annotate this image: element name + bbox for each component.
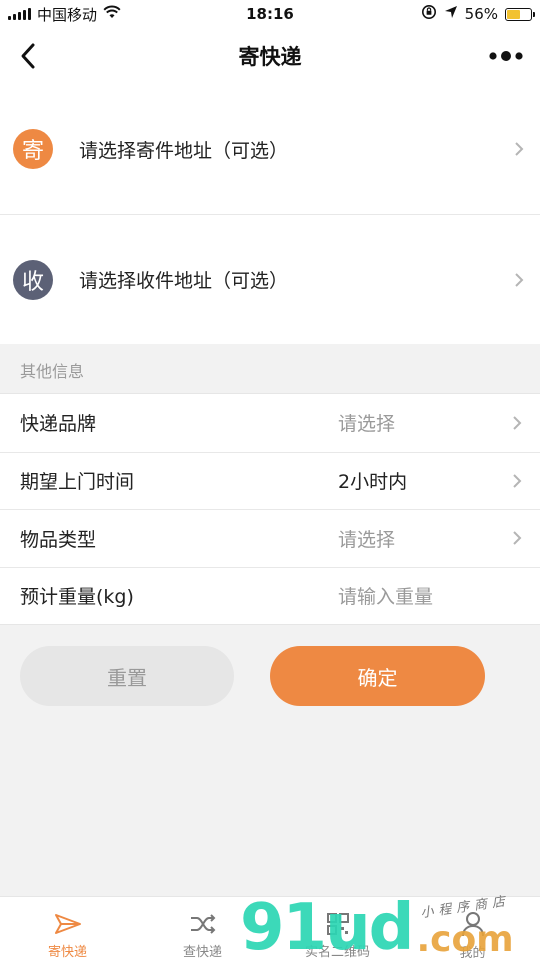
chevron-left-icon	[21, 43, 35, 69]
battery-percent: 56%	[464, 5, 499, 23]
page-title: 寄快递	[238, 45, 302, 69]
chevron-right-icon	[510, 528, 524, 548]
form-label: 预计重量(kg)	[20, 586, 134, 609]
signal-icon	[8, 8, 31, 20]
tab-label: 寄快递	[47, 945, 87, 960]
lock-rotation-icon	[421, 4, 437, 24]
other-info-list: 快递品牌 请选择 期望上门时间 2小时内 物品类型 请选择 预计重量(kg) 请…	[0, 393, 540, 625]
battery-fill	[507, 9, 520, 19]
address-section: 寄 请选择寄件地址（可选） 收 请选择收件地址（可选）	[0, 84, 540, 344]
pickup-time-value: 2小时内	[338, 471, 408, 494]
item-type-row[interactable]: 物品类型 请选择	[0, 509, 540, 567]
status-bar: 中国移动 18:16 56%	[0, 0, 540, 28]
status-time: 18:16	[246, 5, 294, 23]
status-right: 56%	[357, 4, 536, 24]
confirm-button[interactable]: 确定	[270, 646, 485, 706]
tab-bar: 寄快递 查快递 实名二维码 我的	[0, 896, 540, 960]
qr-code-icon	[323, 911, 353, 936]
form-label: 物品类型	[20, 528, 97, 551]
chevron-right-icon	[512, 139, 526, 159]
battery-icon	[505, 7, 536, 21]
receiver-badge: 收	[13, 259, 53, 300]
tab-send-express[interactable]: 寄快递	[0, 897, 135, 960]
reset-button[interactable]: 重置	[20, 646, 234, 706]
express-brand-row[interactable]: 快递品牌 请选择	[0, 394, 540, 452]
more-dots-icon	[489, 51, 523, 61]
back-button[interactable]	[10, 38, 46, 74]
form-label: 快递品牌	[20, 413, 97, 436]
chevron-right-icon	[512, 270, 526, 290]
other-info-header: 其他信息	[0, 346, 540, 393]
receiver-address-text: 请选择收件地址（可选）	[79, 270, 289, 292]
tab-label: 实名二维码	[304, 945, 370, 960]
shuffle-icon	[188, 911, 218, 936]
paper-plane-icon	[53, 911, 83, 936]
tab-label: 我的	[459, 946, 486, 960]
pickup-time-row[interactable]: 期望上门时间 2小时内	[0, 451, 540, 510]
weight-row: 预计重量(kg) 请输入重量	[0, 566, 540, 625]
sender-address-text: 请选择寄件地址（可选）	[79, 139, 289, 162]
express-brand-value: 请选择	[338, 413, 396, 436]
receiver-address-row[interactable]: 收 请选择收件地址（可选）	[0, 214, 540, 344]
wifi-icon	[103, 5, 121, 23]
tab-realname-qrcode[interactable]: 实名二维码	[270, 897, 405, 960]
chevron-right-icon	[510, 413, 524, 433]
item-type-value: 请选择	[338, 528, 396, 551]
status-left: 中国移动	[8, 4, 183, 25]
nav-bar: 寄快递	[0, 28, 540, 84]
more-button[interactable]	[486, 42, 526, 70]
weight-input[interactable]: 请输入重量	[338, 582, 498, 609]
tab-track-express[interactable]: 查快递	[135, 897, 270, 960]
sender-address-row[interactable]: 寄 请选择寄件地址（可选）	[0, 84, 540, 214]
user-icon	[458, 911, 488, 937]
form-label: 期望上门时间	[20, 471, 135, 494]
location-arrow-icon	[444, 5, 458, 23]
tab-label: 查快递	[182, 945, 222, 960]
chevron-right-icon	[510, 471, 524, 491]
sender-badge: 寄	[13, 129, 53, 169]
tab-mine[interactable]: 我的	[405, 897, 540, 960]
carrier-label: 中国移动	[37, 5, 98, 24]
